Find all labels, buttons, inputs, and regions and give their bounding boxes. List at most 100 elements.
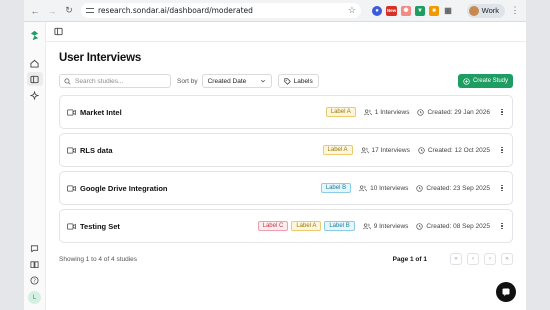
app-sidebar: ? L [24, 22, 46, 310]
bookmark-star-icon[interactable]: ☆ [348, 5, 356, 16]
created-date-text: Created: 12 Oct 2025 [427, 146, 490, 154]
browser-window: ← → ↻ research.sondar.ai/dashboard/moder… [24, 0, 526, 310]
labels-button[interactable]: Labels [277, 74, 319, 88]
study-label-b: Label B [320, 183, 352, 193]
study-list: Market Intel Label A 1 Interviews Create… [59, 95, 513, 243]
search-box[interactable] [59, 74, 171, 88]
study-label-a: Label A [325, 107, 356, 117]
support-chat-button[interactable] [496, 282, 516, 302]
study-title[interactable]: Google Drive Integration [80, 184, 168, 193]
first-page-icon[interactable]: « [450, 253, 462, 265]
new-badge-extension-icon[interactable]: New [386, 5, 397, 16]
users-icon [360, 147, 369, 153]
next-page-icon[interactable]: › [484, 253, 496, 265]
study-card[interactable]: Testing Set Label C Label A Label B 9 In… [59, 209, 513, 243]
sparkle-icon[interactable] [27, 88, 43, 102]
interview-count-text: 17 Interviews [371, 146, 410, 154]
search-input[interactable] [75, 77, 165, 85]
chat-icon[interactable] [27, 241, 43, 255]
video-icon [67, 147, 76, 153]
video-icon [67, 185, 76, 191]
last-page-icon[interactable]: » [501, 253, 513, 265]
back-icon[interactable]: ← [28, 4, 42, 18]
users-icon [359, 185, 367, 191]
clock-icon [418, 146, 425, 154]
profile-chip[interactable]: Work [466, 3, 505, 18]
users-icon [362, 223, 371, 229]
interview-count: 17 Interviews [360, 146, 410, 154]
extension-icon[interactable]: ✺ [401, 5, 411, 16]
study-label-c: Label C [257, 221, 289, 231]
profile-name: Work [481, 6, 499, 15]
chevron-down-icon [260, 79, 265, 83]
forward-icon[interactable]: → [45, 4, 59, 18]
created-date: Created: 29 Jan 2026 [417, 109, 490, 116]
sort-by-label: Sort by [177, 77, 198, 85]
created-date-text: Created: 23 Sep 2025 [426, 184, 490, 192]
address-bar[interactable]: research.sondar.ai/dashboard/moderated ☆ [81, 3, 361, 18]
browser-menu-icon[interactable]: ⋮ [508, 4, 522, 18]
study-label-a: Label A [322, 145, 353, 155]
sidebar-toggle-icon[interactable] [54, 27, 63, 36]
video-icon [67, 223, 76, 229]
svg-text:?: ? [33, 278, 36, 284]
more-options-icon[interactable] [498, 184, 506, 192]
interview-count-text: 9 Interviews [373, 222, 409, 230]
plus-circle-icon [463, 77, 470, 85]
labels-button-label: Labels [293, 77, 313, 85]
interviews-nav-icon[interactable] [26, 72, 43, 86]
extension-icon[interactable]: ▼ [415, 5, 425, 16]
studies-toolbar: Sort by Created Date Labels Create Study [59, 74, 513, 88]
app-logo [29, 28, 40, 46]
interview-count: 9 Interviews [362, 222, 409, 230]
extensions-bar: ● New ✺ ▼ ■ ▦ [372, 5, 453, 16]
main-area: User Interviews Sort by Created Date Lab… [46, 22, 526, 310]
created-date-text: Created: 08 Sep 2025 [426, 222, 490, 230]
pagination-footer: Showing 1 to 4 of 4 studies Page 1 of 1 … [59, 253, 513, 265]
page-info: Page 1 of 1 [392, 255, 427, 263]
interview-count-text: 10 Interviews [370, 184, 409, 192]
study-card[interactable]: Market Intel Label A 1 Interviews Create… [59, 95, 513, 129]
sort-select[interactable]: Created Date [201, 74, 272, 88]
chat-bubble-icon [502, 288, 510, 297]
clock-icon [416, 184, 424, 192]
study-title[interactable]: Market Intel [80, 108, 122, 117]
reload-icon[interactable]: ↻ [62, 4, 76, 18]
extension-icon[interactable]: ■ [429, 5, 439, 16]
top-bar [46, 22, 526, 42]
profile-avatar [468, 5, 479, 16]
study-label-b: Label B [324, 221, 355, 231]
search-icon [64, 77, 71, 85]
help-icon[interactable]: ? [27, 273, 43, 287]
extension-icon[interactable]: ● [372, 5, 382, 16]
study-card[interactable]: Google Drive Integration Label B 10 Inte… [59, 171, 513, 205]
more-options-icon[interactable] [498, 108, 506, 116]
clock-icon [417, 108, 425, 116]
book-icon[interactable] [27, 257, 43, 271]
page-title: User Interviews [59, 52, 142, 64]
page-content: User Interviews Sort by Created Date Lab… [46, 42, 526, 265]
study-title[interactable]: RLS data [80, 146, 113, 155]
puzzle-icon[interactable]: ▦ [443, 6, 453, 16]
users-icon [363, 109, 372, 115]
study-label-a: Label A [291, 221, 322, 231]
study-title[interactable]: Testing Set [80, 222, 120, 231]
created-date: Created: 23 Sep 2025 [416, 185, 490, 192]
browser-toolbar: ← → ↻ research.sondar.ai/dashboard/moder… [24, 0, 526, 22]
user-avatar[interactable]: L [28, 291, 41, 304]
study-card[interactable]: RLS data Label A 17 Interviews Created: … [59, 133, 513, 167]
created-date: Created: 08 Sep 2025 [416, 223, 490, 230]
create-study-label: Create Study [472, 78, 508, 84]
more-options-icon[interactable] [498, 222, 506, 230]
home-icon[interactable] [27, 56, 43, 70]
video-icon [67, 109, 76, 115]
sort-select-value: Created Date [207, 77, 247, 85]
interview-count-text: 1 Interviews [374, 108, 410, 116]
more-options-icon[interactable] [498, 146, 506, 154]
create-study-button[interactable]: Create Study [457, 74, 513, 88]
interview-count: 1 Interviews [363, 108, 410, 116]
site-info-icon[interactable] [86, 7, 94, 15]
interview-count: 10 Interviews [359, 185, 408, 192]
clock-icon [416, 222, 424, 230]
prev-page-icon[interactable]: ‹ [467, 253, 479, 265]
